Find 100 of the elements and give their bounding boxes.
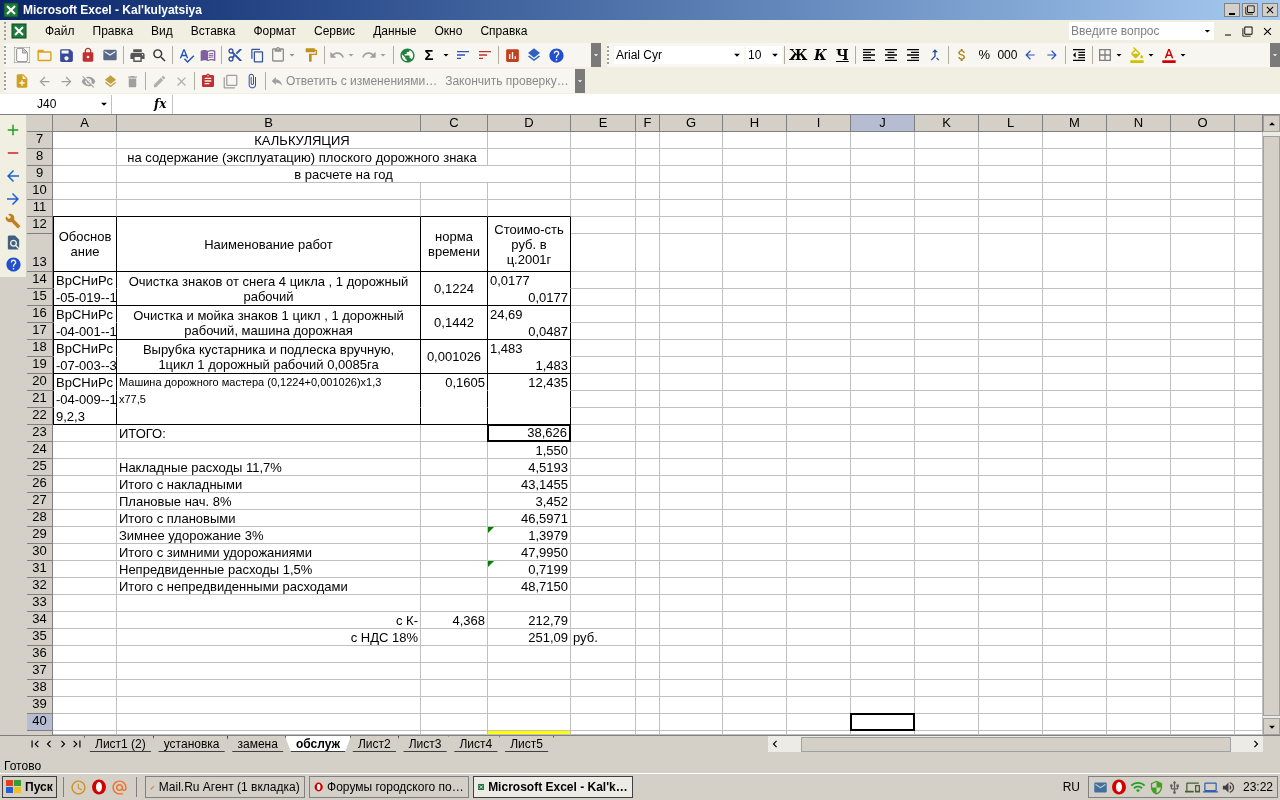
row-header[interactable]: 29	[27, 527, 53, 544]
row-header[interactable]: 22	[27, 408, 53, 425]
name-box[interactable]: J40	[0, 94, 112, 114]
help-search-field[interactable]: Введите вопрос	[1069, 22, 1214, 40]
menu-item[interactable]: Вид	[143, 22, 181, 40]
column-header[interactable]: A	[53, 115, 117, 132]
insert-function-button[interactable]: fx	[154, 95, 167, 113]
table-cell: -07-003--3	[53, 357, 117, 374]
row-header[interactable]: 23	[27, 425, 53, 442]
table-cell: норма времени	[421, 217, 488, 272]
row-header[interactable]: 36	[27, 646, 53, 663]
table-cell: 38,626	[487, 424, 571, 442]
column-header[interactable]: K	[915, 115, 979, 132]
row-header[interactable]: 30	[27, 544, 53, 561]
row-header[interactable]: 33	[27, 595, 53, 612]
font-size-dropdown[interactable]: 10	[746, 46, 782, 64]
thousands-button[interactable]: 000	[995, 44, 1020, 66]
table-cell: Итого с плановыми	[117, 510, 421, 527]
table-cell: ВрСНиРс	[53, 340, 117, 357]
column-header[interactable]: N	[1107, 115, 1171, 132]
table-cell: 4,5193	[488, 459, 571, 476]
table-cell: 0,0487	[488, 323, 571, 340]
row-header[interactable]: 14	[27, 272, 53, 289]
menu-item[interactable]: Вставка	[182, 22, 244, 40]
table-cell: ВрСНиРс	[53, 272, 117, 289]
row-header[interactable]: 27	[27, 493, 53, 510]
menu-item[interactable]: Окно	[426, 22, 471, 40]
row-header[interactable]: 25	[27, 459, 53, 476]
status-text: Готово	[4, 757, 42, 775]
row-header[interactable]: 31	[27, 561, 53, 578]
taskbar-button[interactable]: Mail.Ru Агент (1 вкладка)	[144, 776, 305, 798]
autosum-button[interactable]: Σ	[418, 44, 440, 66]
column-header[interactable]: E	[571, 115, 636, 132]
row-header[interactable]: 38	[27, 680, 53, 697]
table-cell: Вырубка кустарника и подлеска вручную, 1цикл 1 дорожный рабочий 0,0085га	[117, 340, 421, 374]
row-header[interactable]: 12	[27, 217, 53, 234]
row-header[interactable]: 26	[27, 476, 53, 493]
taskbar-button[interactable]: Форумы городского по…	[308, 776, 469, 798]
row-header[interactable]: 19	[27, 357, 53, 374]
row-header[interactable]: 7	[27, 132, 53, 149]
column-header[interactable]: D	[488, 115, 571, 132]
row-header[interactable]: 28	[27, 510, 53, 527]
row-header[interactable]: 39	[27, 697, 53, 714]
font-name-dropdown[interactable]: Arial Cyr	[614, 46, 744, 64]
column-header[interactable]: H	[723, 115, 787, 132]
table-cell: 0,001026	[421, 340, 488, 374]
table-cell: Машина дорожного мастера (0,1224+0,001026)x1,3	[117, 374, 421, 391]
column-header[interactable]: L	[979, 115, 1043, 132]
table-cell: Зимнее удорожание 3%	[117, 527, 421, 544]
table-cell: Обоснование	[53, 217, 117, 272]
table-cell: ИТОГО:	[117, 425, 421, 442]
column-header[interactable]: O	[1171, 115, 1235, 132]
italic-button[interactable]: К	[809, 44, 832, 66]
underline-button[interactable]: Ч	[831, 44, 854, 66]
row-header[interactable]: 11	[27, 200, 53, 217]
column-header[interactable]: I	[787, 115, 851, 132]
table-cell: Плановые нач. 8%	[117, 493, 421, 510]
row-header[interactable]: 40	[27, 714, 53, 731]
table-cell: 9,2,3	[53, 408, 117, 425]
menu-item[interactable]: Файл	[37, 22, 83, 40]
row-header[interactable]: 10	[27, 183, 53, 200]
table-cell: 251,09	[488, 629, 571, 646]
column-header[interactable]: G	[660, 115, 723, 132]
table-cell: Очистка и мойка знаков 1 цикл , 1 дорожный рабочий, машина дорожная	[117, 306, 421, 340]
row-header[interactable]: 35	[27, 629, 53, 646]
column-header[interactable]: M	[1043, 115, 1107, 132]
row-header[interactable]: 16	[27, 306, 53, 323]
row-header[interactable]: 24	[27, 442, 53, 459]
row-header[interactable]: 9	[27, 166, 53, 183]
menu-item[interactable]: Справка	[472, 22, 536, 40]
row-header[interactable]: 32	[27, 578, 53, 595]
row-header[interactable]: 20	[27, 374, 53, 391]
percent-button[interactable]: %	[973, 44, 996, 66]
menu-item[interactable]: Данные	[365, 22, 425, 40]
row-header[interactable]: 21	[27, 391, 53, 408]
row-header[interactable]: 8	[27, 149, 53, 166]
sheet-tab[interactable]: обслуж	[284, 736, 351, 752]
row-header[interactable]: 37	[27, 663, 53, 680]
row-header[interactable]: 17	[27, 323, 53, 340]
taskbar-button[interactable]: Microsoft Excel - Kal'k…	[472, 776, 633, 798]
row-header[interactable]: 13	[27, 234, 53, 272]
language-indicator[interactable]: RU	[1058, 778, 1084, 796]
row-header[interactable]: 34	[27, 612, 53, 629]
menu-item[interactable]: Правка	[84, 22, 142, 40]
column-header[interactable]: J	[851, 115, 915, 132]
table-cell: Наименование работ	[117, 217, 421, 272]
sheet-tab[interactable]: Лист5	[499, 736, 554, 752]
table-cell: Итого с непредвиденными расходами	[117, 578, 421, 595]
bold-button[interactable]: Ж	[787, 44, 810, 66]
row-header[interactable]: 15	[27, 289, 53, 306]
column-header[interactable]: C	[421, 115, 488, 132]
table-cell: Стоимо-сть руб. в ц.2001г	[488, 217, 571, 272]
menu-item[interactable]: Формат	[245, 22, 305, 40]
table-cell: 1,483	[488, 340, 571, 357]
menu-item[interactable]: Сервис	[306, 22, 364, 40]
start-button[interactable]: Пуск	[2, 776, 57, 798]
row-header[interactable]: 18	[27, 340, 53, 357]
table-cell: 24,69	[488, 306, 571, 323]
column-header[interactable]: F	[636, 115, 660, 132]
column-header[interactable]: B	[117, 115, 421, 132]
